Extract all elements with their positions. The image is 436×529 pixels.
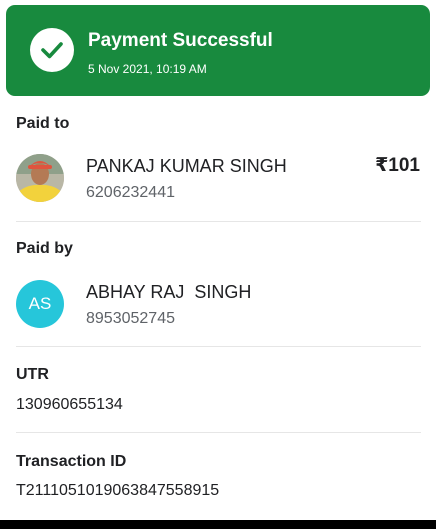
person-photo-icon	[16, 154, 64, 202]
divider	[16, 346, 421, 347]
utr-label: UTR	[16, 366, 49, 383]
check-circle-icon	[30, 28, 74, 72]
payer-avatar[interactable]: AS	[16, 280, 64, 328]
transaction-id-label: Transaction ID	[16, 453, 127, 470]
paid-by-label: Paid by	[16, 240, 73, 257]
payment-amount: ₹101	[375, 155, 420, 176]
status-timestamp: 5 Nov 2021, 10:19 AM	[88, 62, 207, 76]
payee-phone: 6206232441	[86, 184, 175, 201]
payer-name: ABHAY RAJ SINGH	[86, 282, 252, 302]
utr-value[interactable]: 130960655134	[16, 396, 123, 414]
checkmark-icon	[41, 42, 63, 59]
payer-phone: 8953052745	[86, 310, 175, 327]
divider	[16, 432, 421, 433]
payment-status-banner: Payment Successful 5 Nov 2021, 10:19 AM	[6, 5, 430, 96]
divider	[16, 221, 421, 222]
status-title: Payment Successful	[88, 30, 273, 51]
paid-to-label: Paid to	[16, 115, 70, 132]
transaction-id-value[interactable]: T2111051019063847558915	[16, 482, 219, 500]
payee-name: PANKAJ KUMAR SINGH	[86, 156, 287, 176]
navigation-bar	[0, 520, 436, 529]
payee-avatar[interactable]	[16, 154, 64, 202]
